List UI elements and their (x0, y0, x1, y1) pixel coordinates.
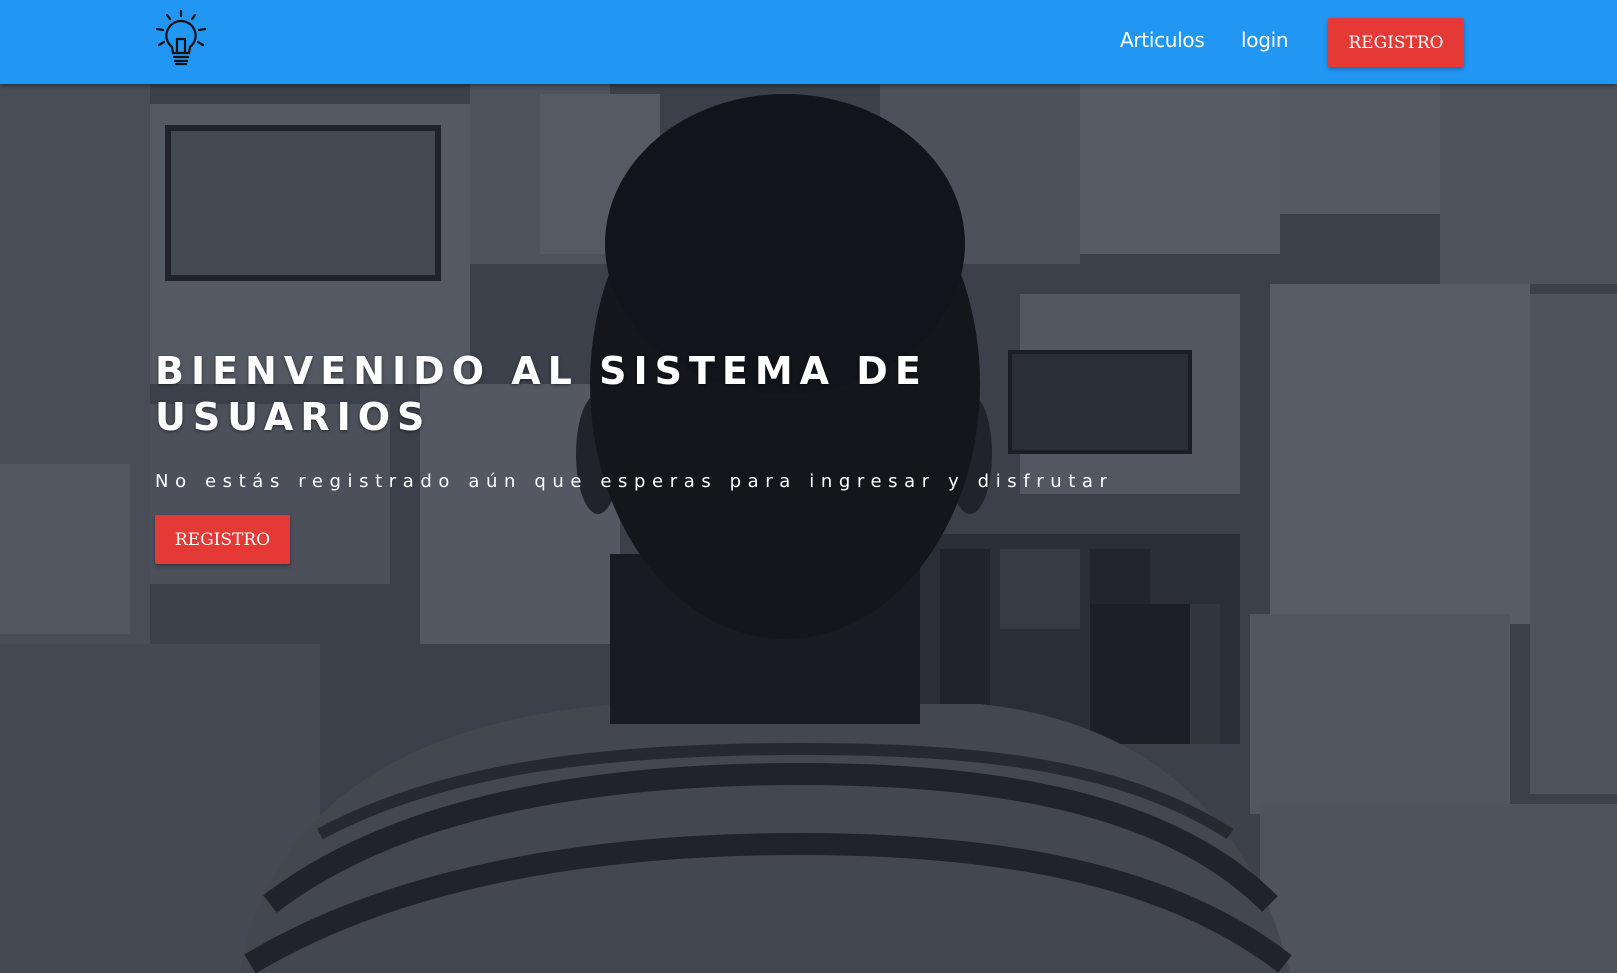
hero-subtitle: No estás registrado aún que esperas para… (155, 471, 1114, 492)
nav-register-button[interactable]: REGISTRO (1328, 18, 1464, 67)
lightbulb-icon[interactable] (153, 9, 209, 67)
nav-link-articulos[interactable]: Articulos (1120, 28, 1205, 52)
nav-link-login[interactable]: login (1241, 28, 1289, 52)
top-navbar: Articulos login REGISTRO (0, 0, 1617, 84)
hero-register-button[interactable]: REGISTRO (155, 515, 290, 564)
hero-section: BIENVENIDO AL SISTEMA DE USUARIOS No est… (0, 84, 1617, 973)
hero-title: BIENVENIDO AL SISTEMA DE USUARIOS (155, 349, 928, 439)
